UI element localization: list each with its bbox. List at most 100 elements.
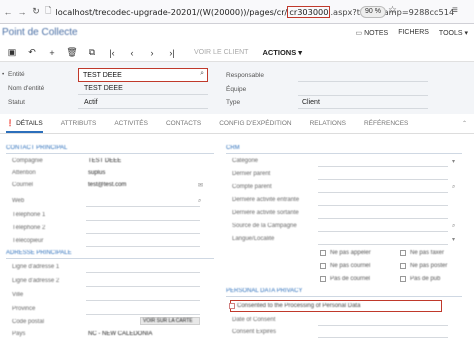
undo-icon[interactable]: ↶	[24, 46, 40, 60]
responsable-field[interactable]	[298, 81, 428, 82]
adresse1-field[interactable]	[86, 272, 200, 273]
type-field[interactable]: Client	[302, 99, 320, 106]
nom-underline	[78, 94, 208, 95]
consent-checkbox[interactable]	[229, 303, 235, 309]
web-link-icon[interactable]: ⌕	[198, 198, 201, 205]
attention-label: Attention	[12, 170, 36, 176]
nom-field[interactable]: TEST DEEE	[84, 85, 123, 92]
tab-activites[interactable]: ACTIVITÉS	[114, 120, 148, 127]
statut-label: Statut	[8, 99, 25, 106]
tab-config-expedition[interactable]: CONFIG D'EXPÉDITION	[219, 120, 291, 127]
langue-dropdown-icon[interactable]: ▾	[452, 236, 455, 243]
email-icon[interactable]: ✉	[198, 182, 203, 189]
address-section-title: ADRESSE PRINCIPALE	[6, 250, 72, 256]
url-highlight: cr303000	[287, 5, 331, 18]
notes-link[interactable]: ▭ NOTES	[355, 29, 388, 37]
forward-icon[interactable]: →	[16, 6, 28, 18]
telephone1-field[interactable]	[86, 220, 200, 221]
entite-required-mark: •	[2, 71, 5, 78]
browser-menu-icon[interactable]: ≡	[452, 5, 458, 16]
browser-url-bar: ← → ↻ 🗋 localhost/trecodec-upgrade-20201…	[0, 0, 474, 24]
previous-record-icon[interactable]: ‹	[124, 46, 140, 60]
copy-icon[interactable]: ⧉	[84, 46, 100, 60]
source-campagne-field[interactable]	[318, 231, 448, 232]
entite-field[interactable]: TEST DEEE ⌕	[78, 68, 208, 82]
dernier-parent-label: Dernier parent	[232, 171, 271, 177]
categorie-field[interactable]	[318, 166, 448, 167]
telecopieur-field[interactable]	[86, 246, 200, 247]
compagnie-field[interactable]: TEST DEEE	[88, 158, 121, 164]
ne-pas-faxer-checkbox[interactable]	[400, 250, 406, 256]
back-icon[interactable]: ←	[2, 6, 14, 18]
pas-de-courriel-checkbox[interactable]	[320, 276, 326, 282]
entite-value: TEST DEEE	[83, 71, 122, 79]
actions-label: ACTIONS	[262, 48, 297, 57]
courriel-field[interactable]: test@test.com	[88, 182, 126, 188]
zoom-level[interactable]: 90 %	[360, 6, 386, 18]
courriel-label: Courriel	[12, 182, 34, 188]
delete-icon[interactable]: 🗑	[64, 46, 80, 60]
tab-relations[interactable]: RELATIONS	[310, 120, 346, 127]
responsable-label: Responsable	[226, 72, 264, 79]
tab-attributs[interactable]: ATTRIBUTS	[61, 120, 97, 127]
ville-label: Ville	[12, 292, 24, 298]
adresse1-label: Ligne d'adresse 1	[12, 264, 60, 270]
actions-menu[interactable]: ACTIONS ▾	[262, 48, 302, 57]
page-title: Point de Collecte	[2, 27, 78, 38]
pays-field[interactable]: NC - NEW CALEDONIA	[88, 331, 152, 337]
tab-references[interactable]: RÉFÉRENCES	[364, 120, 408, 127]
telephone2-label: Téléphone 2	[12, 225, 46, 231]
dernier-parent-field[interactable]	[318, 179, 448, 180]
url-prefix: localhost/trecodec-upgrade-20201/(W(2000…	[55, 6, 288, 17]
first-record-icon[interactable]: |‹	[104, 46, 120, 60]
ne-pas-appeler-checkbox[interactable]	[320, 250, 326, 256]
next-record-icon[interactable]: ›	[144, 46, 160, 60]
ne-pas-poster-label: Ne pas poster	[410, 263, 448, 269]
nom-label: Nom d'entité	[8, 85, 45, 92]
files-link[interactable]: FICHERS	[398, 29, 429, 37]
privacy-section-divider	[226, 296, 462, 297]
address-section-divider	[6, 258, 214, 259]
ne-pas-courriel-checkbox[interactable]	[320, 263, 326, 269]
adresse2-field[interactable]	[86, 286, 200, 287]
bookmark-star-icon[interactable]: ☆	[388, 5, 397, 16]
date-of-consent-field[interactable]	[318, 325, 448, 326]
province-field[interactable]	[86, 314, 200, 315]
ville-field[interactable]	[86, 300, 200, 301]
save-icon[interactable]: ▣	[4, 46, 20, 60]
langue-field[interactable]	[318, 244, 448, 245]
compte-parent-label: Compte parent	[232, 184, 272, 190]
statut-field[interactable]: Actif	[84, 99, 98, 106]
ne-pas-poster-checkbox[interactable]	[400, 263, 406, 269]
voir-client-button[interactable]: VOIR LE CLIENT	[194, 49, 248, 56]
tab-details[interactable]: ❗ DÉTAILS	[6, 119, 43, 133]
reload-icon[interactable]: ↻	[30, 6, 42, 18]
langue-label: Langue/Localité	[232, 236, 275, 242]
web-label: Web	[12, 198, 25, 204]
collapse-icon[interactable]: ⌃	[462, 120, 467, 127]
derniere-activite-entrante-field[interactable]	[318, 205, 448, 206]
equipe-field[interactable]	[298, 95, 428, 96]
crm-section-title: CRM	[226, 145, 240, 151]
categorie-dropdown-icon[interactable]: ▾	[452, 158, 455, 165]
campagne-search-icon[interactable]: ⌕	[452, 223, 455, 230]
notes-label: NOTES	[364, 30, 389, 37]
compte-parent-search-icon[interactable]: ⌕	[452, 184, 455, 191]
attention-field[interactable]: suplus	[88, 170, 105, 176]
derniere-activite-sortante-field[interactable]	[318, 218, 448, 219]
compte-parent-field[interactable]	[318, 192, 448, 193]
tab-contacts[interactable]: CONTACTS	[166, 120, 201, 127]
page-info-icon[interactable]: 🗋	[45, 5, 51, 19]
ne-pas-faxer-label: Ne pas faxer	[410, 250, 445, 256]
search-icon[interactable]: ⌕	[200, 70, 204, 78]
tools-link[interactable]: TOOLS ▾	[439, 29, 468, 37]
web-field[interactable]	[86, 206, 200, 207]
equipe-label: Équipe	[226, 86, 247, 93]
last-record-icon[interactable]: ›|	[164, 46, 180, 60]
consent-row: Consented to the Processing of Personal …	[229, 300, 442, 312]
tab-details-label: DÉTAILS	[16, 120, 43, 127]
pas-de-pub-checkbox[interactable]	[400, 276, 406, 282]
add-icon[interactable]: +	[44, 46, 60, 60]
telephone2-field[interactable]	[86, 233, 200, 234]
ne-pas-courriel-label: Ne pas courriel	[330, 263, 371, 269]
